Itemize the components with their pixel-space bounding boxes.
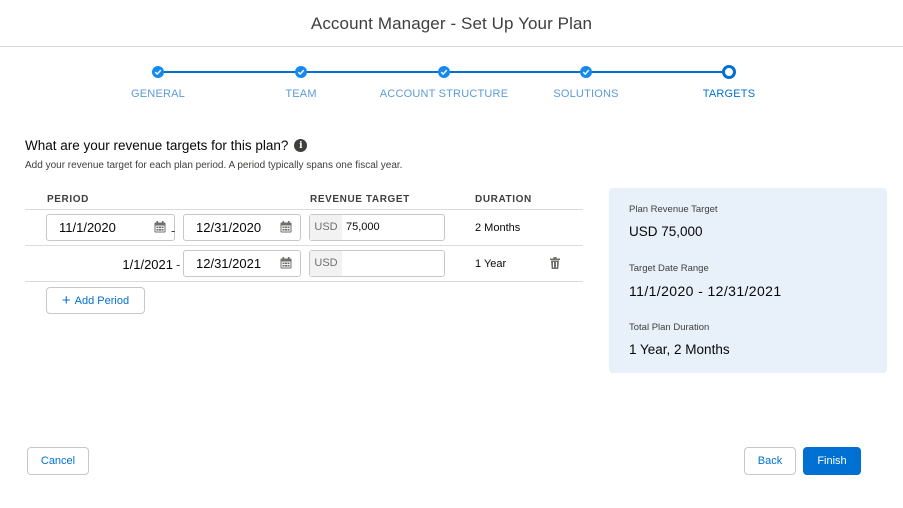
duration-value: 1 Year	[475, 258, 507, 270]
add-period-label: Add Period	[74, 294, 130, 307]
table-header: PERIOD REVENUE TARGET DURATION	[25, 190, 583, 210]
header-period: PERIOD	[47, 194, 89, 205]
table-row: 11/1/2020 - 12/31/2020 USD 75,000 2 Mont…	[25, 210, 583, 246]
step-label-general[interactable]: GENERAL	[131, 88, 185, 100]
end-date-input[interactable]: 12/31/2021	[183, 250, 301, 277]
delete-trash-icon[interactable]	[550, 257, 560, 269]
question-title: What are your revenue targets for this p…	[25, 138, 289, 153]
step-label-account-structure[interactable]: ACCOUNT STRUCTURE	[380, 88, 508, 100]
info-icon[interactable]: i	[294, 139, 308, 152]
progress-line	[158, 71, 301, 73]
progress-stepper: GENERAL TEAM ACCOUNT STRUCTURE SOLUTIONS…	[0, 60, 903, 110]
cancel-button[interactable]: Cancel	[27, 447, 89, 475]
currency-prefix: USD	[310, 251, 342, 276]
plan-revenue-target-label: Plan Revenue Target	[629, 204, 718, 215]
calendar-icon[interactable]	[280, 257, 292, 269]
table-row: 1/1/2021 - 12/31/2021 USD 1 Year	[25, 246, 583, 282]
revenue-targets-table: PERIOD REVENUE TARGET DURATION 11/1/2020…	[25, 190, 583, 282]
end-date-input[interactable]: 12/31/2020	[183, 214, 301, 241]
total-plan-duration-label: Total Plan Duration	[629, 322, 710, 333]
start-date-value: 1/1/2021	[122, 257, 173, 272]
end-date-value: 12/31/2020	[196, 220, 262, 235]
page-title: Account Manager - Set Up Your Plan	[310, 14, 593, 33]
date-separator: -	[171, 223, 176, 238]
step-label-targets[interactable]: TARGETS	[703, 88, 756, 100]
progress-line	[444, 71, 586, 73]
plus-icon: +	[61, 292, 71, 309]
plan-revenue-target-value: USD 75,000	[629, 224, 703, 239]
header-duration: DURATION	[475, 194, 532, 205]
total-plan-duration-value: 1 Year, 2 Months	[629, 342, 730, 357]
revenue-target-input[interactable]: USD	[309, 250, 445, 277]
step-account-structure-check-icon[interactable]	[438, 66, 450, 78]
back-button[interactable]: Back	[744, 447, 796, 475]
target-date-range-value: 11/1/2020 - 12/31/2021	[629, 283, 782, 299]
progress-line	[301, 71, 444, 73]
step-targets-current-icon[interactable]	[722, 65, 736, 79]
revenue-target-input[interactable]: USD 75,000	[309, 214, 445, 241]
duration-value: 2 Months	[475, 222, 521, 234]
revenue-value: 75,000	[346, 221, 380, 233]
date-separator: -	[176, 257, 181, 272]
progress-line	[586, 71, 729, 73]
calendar-icon[interactable]	[154, 221, 166, 233]
end-date-value: 12/31/2021	[196, 256, 262, 271]
step-solutions-check-icon[interactable]	[580, 66, 592, 78]
step-general-check-icon[interactable]	[152, 66, 164, 78]
add-period-button[interactable]: + Add Period	[46, 287, 145, 314]
step-label-solutions[interactable]: SOLUTIONS	[553, 88, 618, 100]
section-question: What are your revenue targets for this p…	[25, 138, 308, 153]
finish-button[interactable]: Finish	[803, 447, 861, 475]
header-revenue-target: REVENUE TARGET	[310, 194, 410, 205]
currency-prefix: USD	[310, 215, 342, 240]
calendar-icon[interactable]	[280, 221, 292, 233]
step-label-team[interactable]: TEAM	[285, 88, 316, 100]
start-date-input[interactable]: 11/1/2020	[46, 214, 175, 241]
page-header: Account Manager - Set Up Your Plan	[0, 0, 903, 47]
start-date-value: 11/1/2020	[59, 220, 116, 235]
step-team-check-icon[interactable]	[295, 66, 307, 78]
plan-summary-panel: Plan Revenue Target USD 75,000 Target Da…	[609, 188, 887, 373]
question-subtext: Add your revenue target for each plan pe…	[25, 160, 403, 171]
target-date-range-label: Target Date Range	[629, 263, 709, 274]
